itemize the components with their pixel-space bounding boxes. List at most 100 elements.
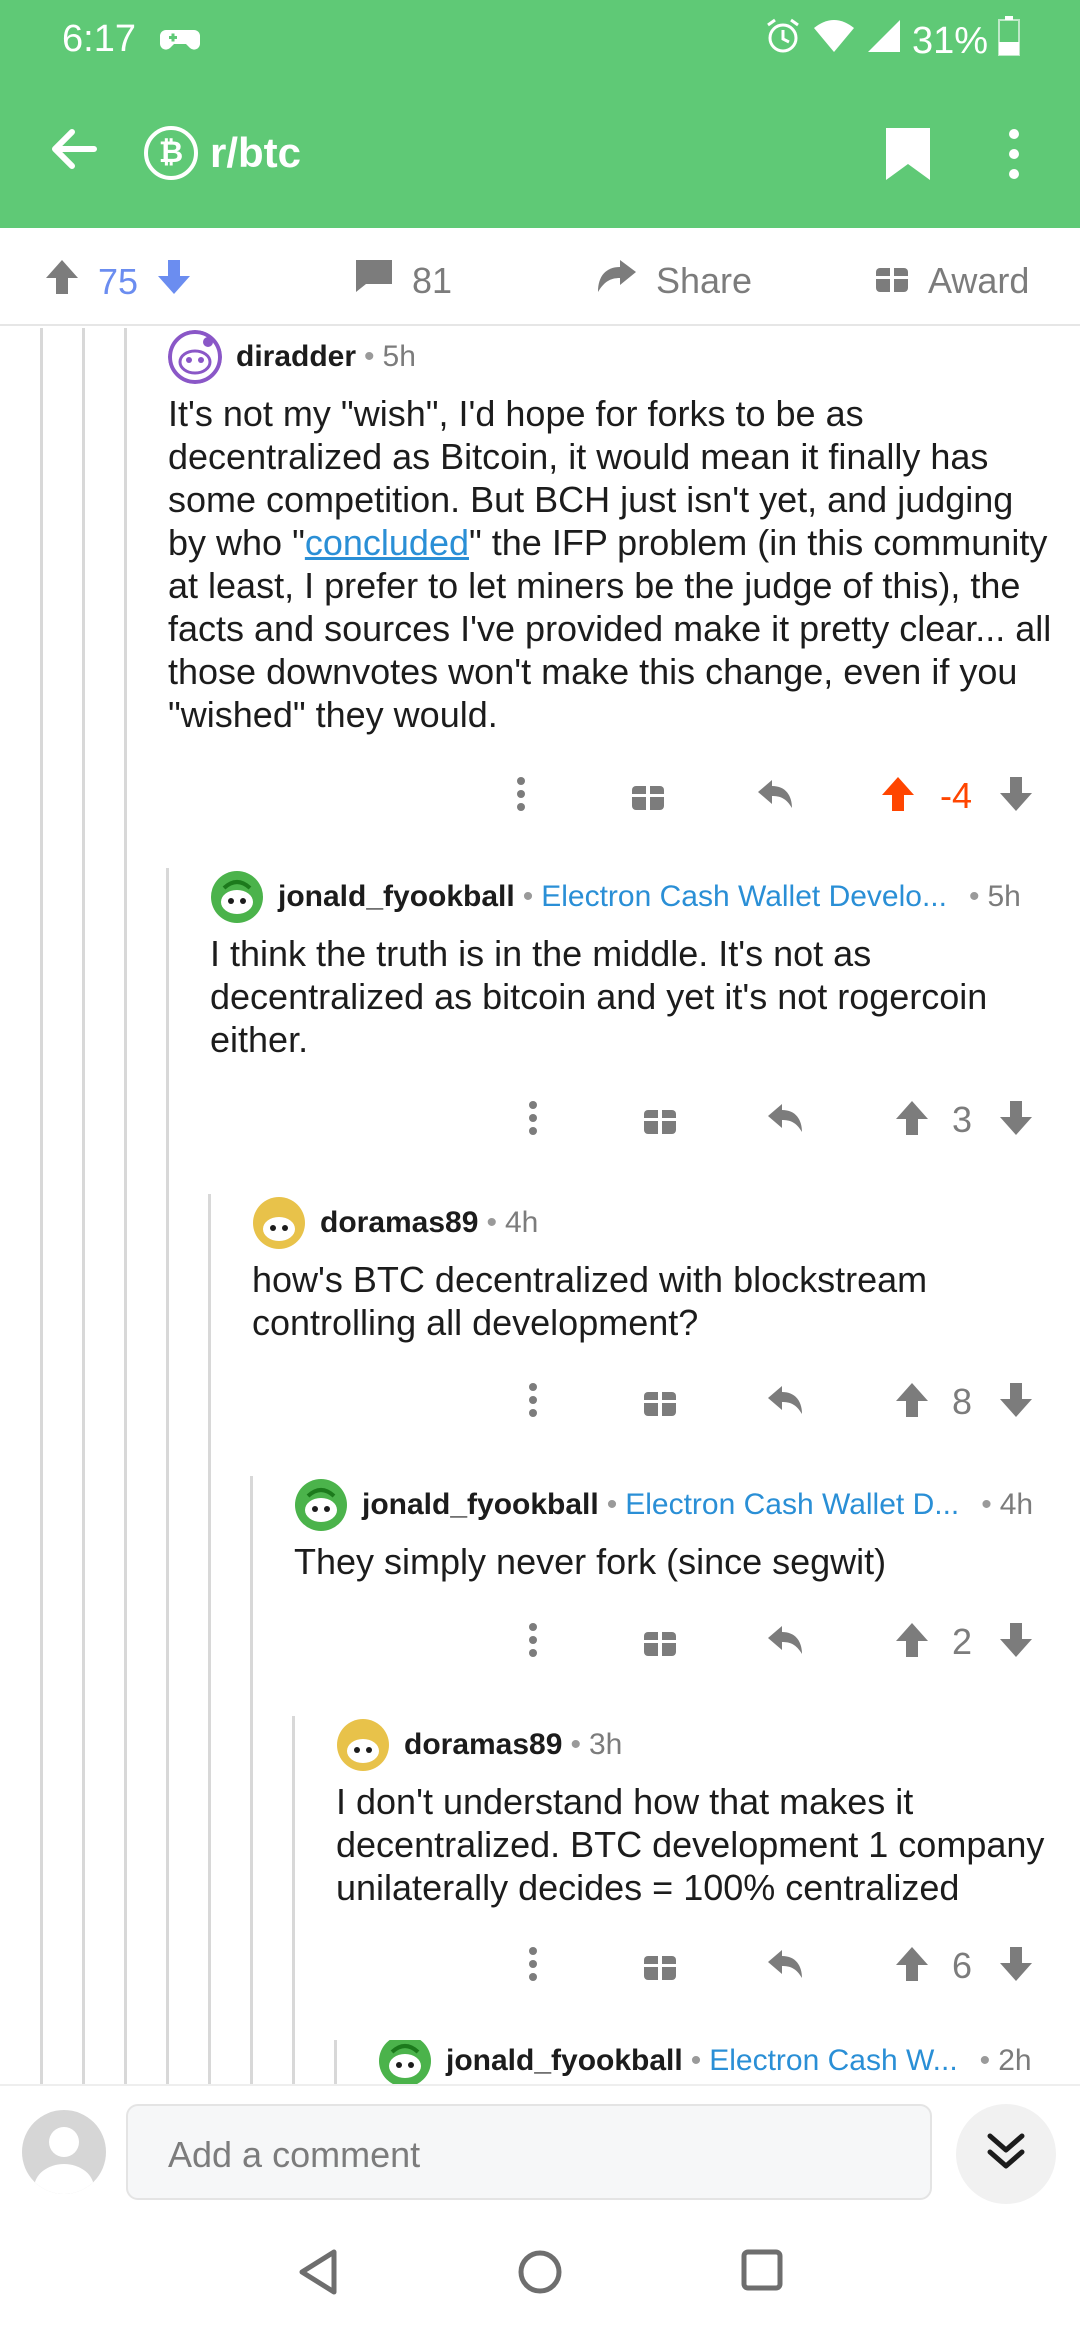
status-icons: 31%	[764, 16, 1020, 66]
gift-icon[interactable]	[642, 1100, 678, 1141]
upvote-icon[interactable]	[894, 1621, 930, 1664]
separator-dot: •	[690, 2044, 702, 2077]
thread-line[interactable]	[82, 328, 85, 2084]
battery-icon	[998, 16, 1020, 66]
share-button[interactable]: Share	[596, 258, 752, 303]
gift-icon[interactable]	[630, 776, 666, 817]
comment: diradder • 5h It's not my "wish", I'd ho…	[168, 330, 1058, 736]
nav-home-icon[interactable]	[516, 2248, 564, 2301]
share-label: Share	[656, 259, 753, 301]
comment-body: They simply never fork (since segwit)	[294, 1541, 887, 1582]
thread-line[interactable]	[124, 328, 127, 2084]
more-options-icon[interactable]	[528, 1622, 538, 1663]
comment-action-bar: 6	[514, 1938, 1040, 1994]
comment-username[interactable]: diradder	[236, 340, 356, 374]
add-comment-input[interactable]: Add a comment	[126, 2104, 932, 2200]
reply-icon[interactable]	[756, 778, 794, 815]
thread-line[interactable]	[292, 1716, 295, 2084]
comment-body: It's not my "wish", I'd hope for forks t…	[168, 392, 1058, 736]
subreddit-title[interactable]: ₿ r/btc	[144, 126, 301, 180]
upvote-icon[interactable]	[894, 1099, 930, 1142]
status-bar: 6:17 31%	[0, 0, 1080, 80]
nav-back-icon[interactable]	[296, 2248, 340, 2301]
comment-username[interactable]: jonald_fyookball	[446, 2044, 683, 2078]
downvote-icon[interactable]	[998, 1381, 1034, 1424]
upvote-icon[interactable]	[894, 1945, 930, 1988]
reply-icon[interactable]	[766, 1384, 804, 1421]
thread-line[interactable]	[208, 1194, 211, 2084]
downvote-icon[interactable]	[998, 1945, 1034, 1988]
comment-username[interactable]: doramas89	[320, 1206, 478, 1240]
gift-icon[interactable]	[642, 1382, 678, 1423]
collapse-button[interactable]	[956, 2104, 1056, 2204]
avatar[interactable]	[210, 870, 264, 924]
thread-line[interactable]	[40, 328, 43, 2084]
award-label: Award	[928, 259, 1030, 301]
separator-dot: •	[364, 340, 375, 373]
gift-icon[interactable]	[642, 1946, 678, 1987]
upvote-icon[interactable]	[880, 775, 916, 818]
reply-icon[interactable]	[766, 1624, 804, 1661]
downvote-icon[interactable]	[998, 1621, 1034, 1664]
separator-dot: •	[606, 1488, 618, 1521]
comment: doramas89 • 4h how's BTC decentralized w…	[252, 1196, 1058, 1344]
comments-button[interactable]: 81	[354, 258, 452, 303]
comment-time: 4h	[504, 1206, 539, 1239]
avatar[interactable]	[378, 2040, 432, 2084]
comment-bubble-icon	[354, 258, 394, 303]
avatar[interactable]	[336, 1718, 390, 1772]
nav-recents-icon[interactable]	[740, 2248, 784, 2297]
game-controller-icon	[160, 24, 200, 59]
cell-signal-icon	[866, 18, 902, 64]
reply-icon[interactable]	[766, 1102, 804, 1139]
user-flair: Electron Cash W...	[709, 2044, 958, 2077]
comment-header: doramas89 • 3h	[336, 1718, 1060, 1772]
comment: doramas89 • 3h I don't understand how th…	[336, 1718, 1060, 1909]
comment-time: 5h	[382, 340, 416, 373]
more-options-icon[interactable]	[516, 776, 526, 817]
thread-line[interactable]	[334, 2040, 337, 2084]
avatar[interactable]	[252, 1196, 306, 1250]
comment-username[interactable]: jonald_fyookball	[278, 880, 515, 914]
user-flair: Electron Cash Wallet D...	[625, 1488, 960, 1521]
avatar[interactable]	[168, 330, 222, 384]
comment: jonald_fyookball • Electron Cash W... • …	[378, 2040, 1060, 2084]
comment-body: I don't understand how that makes it dec…	[336, 1781, 1045, 1908]
comment-username[interactable]: doramas89	[404, 1728, 562, 1762]
comment-score: -4	[940, 775, 973, 816]
back-arrow-icon[interactable]	[46, 122, 100, 181]
downvote-icon[interactable]	[156, 258, 192, 305]
downvote-icon[interactable]	[998, 1099, 1034, 1142]
upvote-icon[interactable]	[894, 1381, 930, 1424]
separator-dot: •	[486, 1206, 497, 1239]
more-options-icon[interactable]	[528, 1382, 538, 1423]
post-score: 75	[98, 260, 139, 302]
subreddit-name: r/btc	[210, 129, 302, 176]
comment: jonald_fyookball • Electron Cash Wallet …	[210, 870, 1058, 1061]
gift-icon	[874, 258, 910, 303]
comment-time: 2h	[998, 2044, 1032, 2077]
avatar[interactable]	[294, 1478, 348, 1532]
more-options-icon[interactable]	[528, 1946, 538, 1987]
app-header: 6:17 31% ₿ r/btc	[0, 0, 1080, 228]
separator-dot: •	[570, 1728, 581, 1761]
thread-line[interactable]	[166, 868, 169, 2084]
alarm-icon	[764, 17, 802, 65]
downvote-icon[interactable]	[998, 775, 1034, 818]
comment-time: 3h	[588, 1728, 623, 1761]
comment-username[interactable]: jonald_fyookball	[362, 1488, 599, 1522]
more-options-icon[interactable]	[528, 1100, 538, 1141]
reply-icon[interactable]	[766, 1948, 804, 1985]
upvote-icon[interactable]	[44, 258, 80, 305]
award-button[interactable]: Award	[874, 258, 1029, 303]
more-options-icon[interactable]	[1008, 126, 1020, 187]
bookmark-icon[interactable]	[884, 126, 932, 187]
user-avatar[interactable]	[22, 2110, 106, 2194]
comment-link[interactable]: concluded	[305, 522, 469, 563]
app-bar: ₿ r/btc	[0, 100, 1080, 210]
thread-line[interactable]	[250, 1476, 253, 2084]
comment-action-bar: 2	[514, 1614, 1040, 1670]
gift-icon[interactable]	[642, 1622, 678, 1663]
comment-header: diradder • 5h	[168, 330, 1058, 384]
user-flair: Electron Cash Wallet Develo...	[541, 880, 947, 913]
